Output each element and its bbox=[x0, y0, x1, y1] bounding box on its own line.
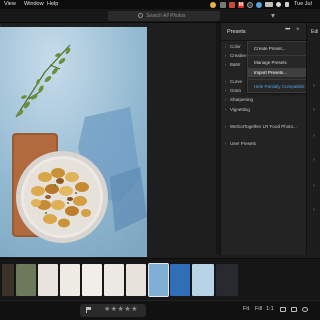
filmstrip-thumbnail[interactable] bbox=[126, 264, 146, 296]
preset-group-color[interactable]: › Color bbox=[225, 44, 241, 49]
fit-button[interactable]: Fit bbox=[243, 306, 249, 312]
one-to-one-button[interactable]: 1:1 bbox=[266, 306, 274, 312]
filmstrip bbox=[0, 258, 320, 300]
photo-canvas[interactable] bbox=[0, 27, 147, 257]
filmstrip-thumbnail-selected[interactable] bbox=[148, 263, 169, 297]
square-view-icon[interactable] bbox=[280, 307, 286, 312]
tray-app-icon[interactable] bbox=[256, 1, 262, 8]
flag-icon[interactable] bbox=[86, 307, 91, 313]
bottom-toolbar: ★★★★★ Fit Fill 1:1 bbox=[0, 300, 320, 320]
preset-group-creative[interactable]: › Creative bbox=[225, 53, 247, 58]
filmstrip-thumbnail[interactable] bbox=[2, 264, 14, 296]
edit-panel-label[interactable]: Edi bbox=[311, 29, 318, 35]
edit-panel-edge: Edi › › › › › › bbox=[306, 23, 320, 255]
filmstrip-thumbnail[interactable] bbox=[192, 264, 214, 296]
tray-app-icon[interactable] bbox=[220, 1, 226, 8]
preset-group-grain[interactable]: › Grain bbox=[225, 88, 241, 93]
chevron-right-icon[interactable]: › bbox=[313, 157, 315, 163]
filmstrip-thumbnail[interactable] bbox=[170, 264, 190, 296]
chevron-right-icon[interactable]: › bbox=[313, 133, 315, 139]
tray-app-icon[interactable] bbox=[229, 1, 235, 8]
chevron-right-icon[interactable]: › bbox=[313, 183, 315, 189]
close-icon[interactable]: × bbox=[296, 27, 300, 33]
filmstrip-thumbnail[interactable] bbox=[104, 264, 124, 296]
battery-icon[interactable] bbox=[265, 2, 273, 7]
preset-group-sharpening[interactable]: › Sharpening bbox=[225, 97, 253, 102]
menu-window[interactable]: Window bbox=[24, 0, 44, 9]
search-input[interactable]: Search All Photos bbox=[108, 11, 220, 21]
presets-header: Presets ••• × bbox=[221, 23, 307, 41]
search-icon bbox=[138, 13, 143, 18]
filmstrip-thumbnail[interactable] bbox=[82, 264, 102, 296]
filmstrip-thumbnail[interactable] bbox=[216, 264, 238, 296]
rating-control: ★★★★★ bbox=[80, 304, 146, 317]
search-placeholder: Search All Photos bbox=[146, 13, 186, 19]
fill-button[interactable]: Fill bbox=[255, 306, 262, 312]
preset-group-user-presets[interactable]: › User Presets bbox=[225, 141, 256, 146]
preset-group-curve[interactable]: › Curve bbox=[225, 79, 242, 84]
tray-app-icon[interactable] bbox=[247, 1, 253, 8]
more-icon[interactable]: ••• bbox=[285, 27, 290, 33]
preset-group-wegottogether[interactable]: › WeGotTogether LR Food Photo... bbox=[225, 124, 297, 129]
preset-group-vignetting[interactable]: › Vignetting bbox=[225, 107, 250, 112]
star-rating[interactable]: ★★★★★ bbox=[104, 305, 138, 313]
clock[interactable]: Tue Jul bbox=[294, 0, 312, 9]
presets-title: Presets bbox=[227, 29, 246, 35]
chevron-right-icon[interactable]: › bbox=[313, 107, 315, 113]
chevron-right-icon[interactable]: › bbox=[313, 207, 315, 213]
tray-app-icon[interactable] bbox=[210, 1, 216, 8]
menu-help[interactable]: Help bbox=[47, 0, 58, 9]
filter-icon[interactable] bbox=[271, 14, 275, 18]
food-photo bbox=[0, 27, 147, 257]
volume-icon[interactable] bbox=[285, 2, 289, 7]
chevron-right-icon[interactable]: › bbox=[313, 83, 315, 89]
menu-view[interactable]: View bbox=[4, 0, 16, 9]
grid-view-icon[interactable] bbox=[291, 307, 297, 312]
gmail-icon[interactable]: M bbox=[238, 1, 244, 8]
system-menu-bar: View Window Help M Tue Jul bbox=[0, 0, 320, 9]
wifi-icon[interactable] bbox=[276, 2, 281, 7]
filmstrip-thumbnail[interactable] bbox=[16, 264, 36, 296]
preset-group-bw[interactable]: › B&W bbox=[225, 62, 240, 67]
filmstrip-thumbnail[interactable] bbox=[38, 264, 58, 296]
filmstrip-thumbnail[interactable] bbox=[60, 264, 80, 296]
info-icon[interactable] bbox=[302, 307, 308, 312]
